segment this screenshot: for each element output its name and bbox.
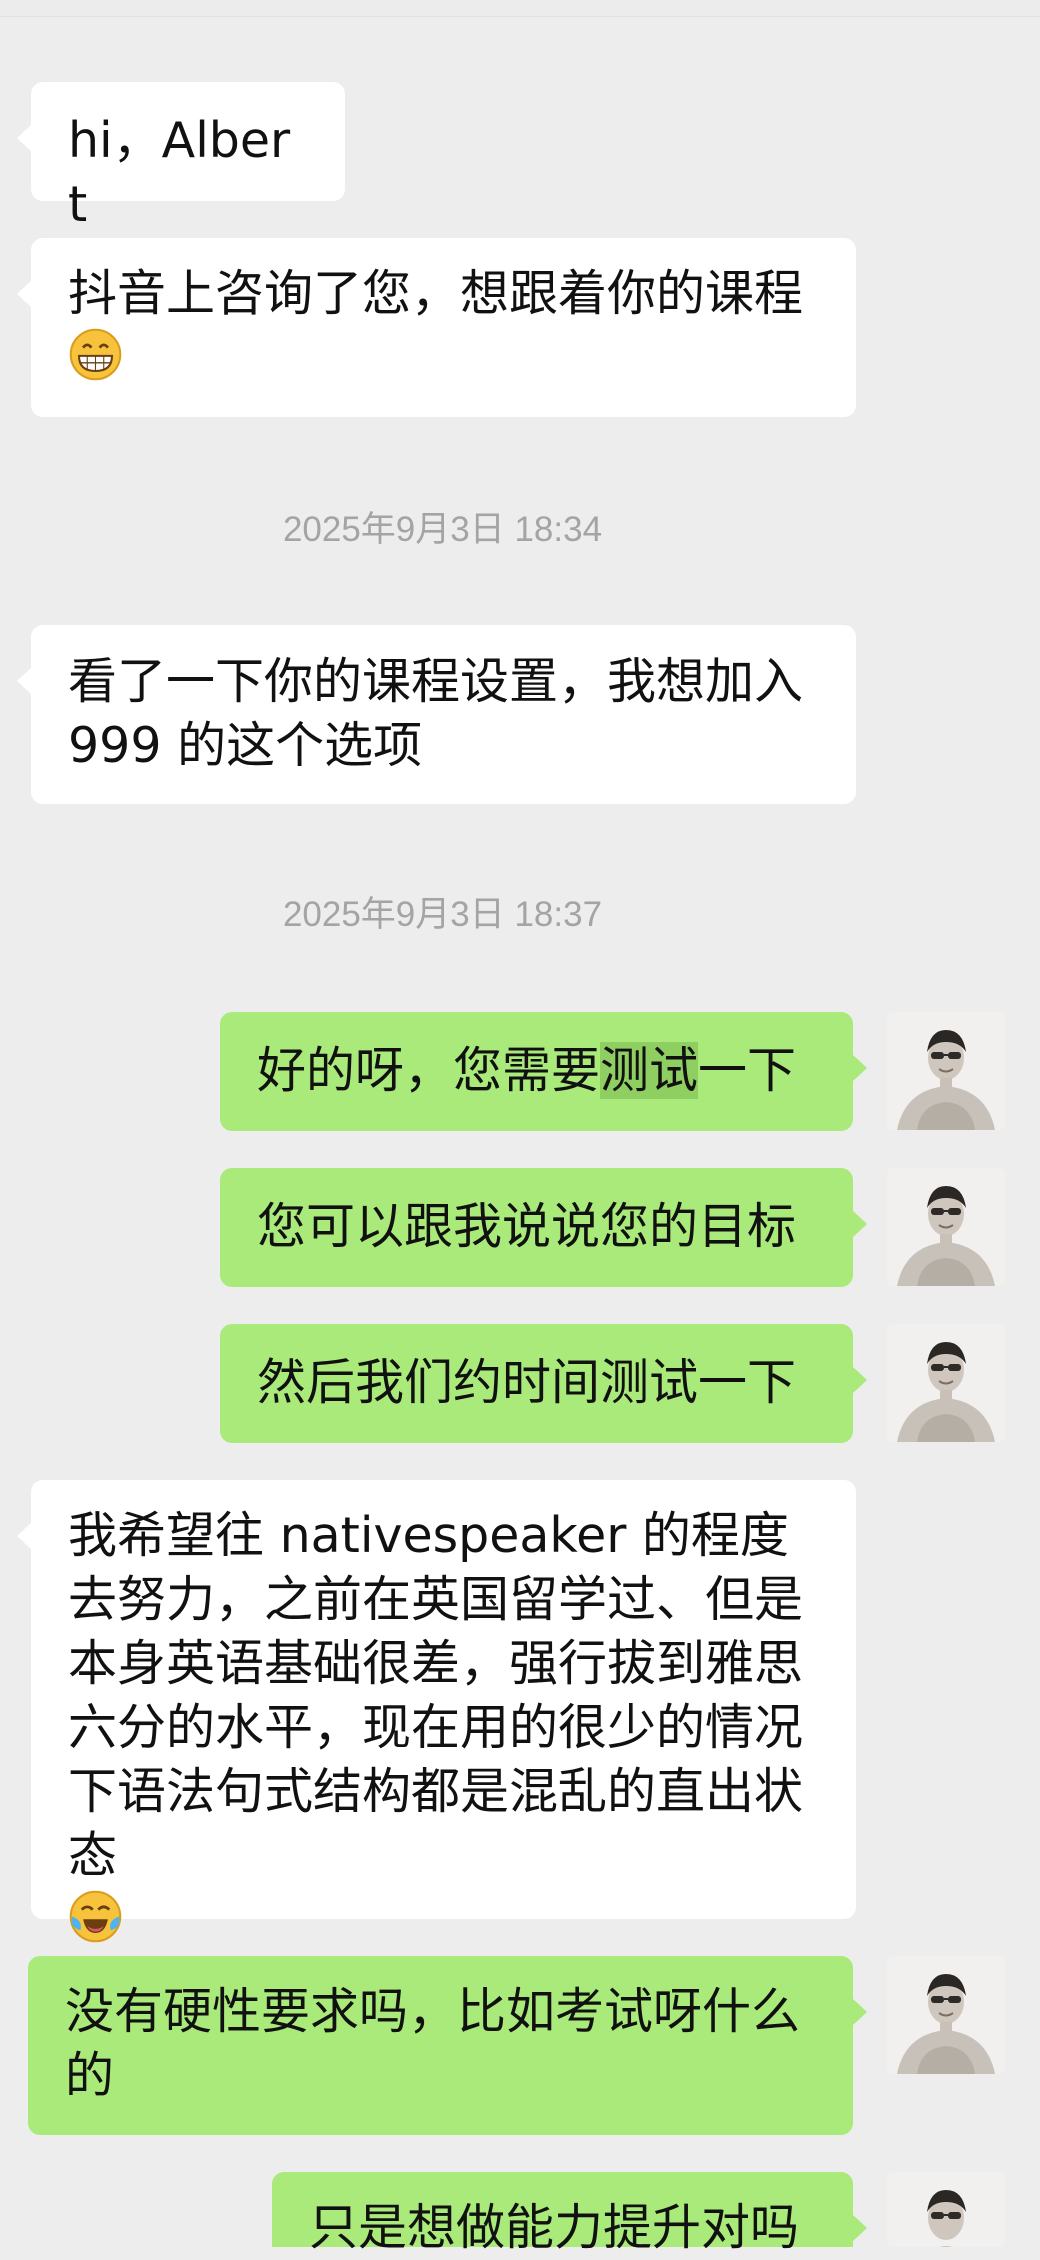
user-avatar-image xyxy=(887,2172,1005,2247)
avatar[interactable] xyxy=(887,1324,1005,1442)
message-text: 没有硬性要求吗，比如考试呀什么的 xyxy=(65,1983,801,2104)
timestamp: 2025年9月3日 18:34 xyxy=(282,510,603,549)
message-text: hi，Albert xyxy=(68,112,291,233)
message-bubble-outgoing[interactable]: 只是想做能力提升对吗 xyxy=(272,2172,867,2256)
message-text: 一下 xyxy=(698,1042,797,1099)
message-bubble-outgoing[interactable]: 然后我们约时间测试一下 xyxy=(220,1324,867,1443)
avatar[interactable] xyxy=(887,1012,1005,1130)
message-bubble-incoming[interactable]: hi，Albert xyxy=(17,82,345,233)
message-text: 您可以跟我说说您的目标 xyxy=(257,1198,797,1255)
selected-text-highlight[interactable]: 测试 xyxy=(600,1042,699,1099)
message-text: 我希望往 nativespeaker 的程度去努力，之前在英国留学过、但是本身英… xyxy=(68,1507,804,1884)
message-text: 好的呀，您需要 xyxy=(257,1042,601,1099)
avatar[interactable] xyxy=(887,2172,1005,2247)
message-bubble-incoming[interactable]: 看了一下你的课程设置，我想加入999 的这个选项 xyxy=(17,625,856,804)
grinning-face-icon xyxy=(69,328,122,381)
message-text: 只是想做能力提升对吗 xyxy=(309,2199,800,2256)
user-avatar-image xyxy=(887,1324,1005,1442)
message-bubble-outgoing[interactable]: 您可以跟我说说您的目标 xyxy=(220,1168,867,1287)
message-text: 看了一下你的课程设置，我想加入999 的这个选项 xyxy=(68,653,804,774)
user-avatar-image xyxy=(887,1168,1005,1286)
message-bubble-outgoing[interactable]: 好的呀，您需要测试一下 xyxy=(220,1012,867,1131)
laughing-with-tears-icon xyxy=(69,1890,122,1943)
chat-message-list[interactable]: hi，Albert 抖音上咨询了您，想跟着你的课程 2025年9月3日 18:3… xyxy=(0,0,1040,2256)
user-avatar-image xyxy=(887,1956,1005,2074)
timestamp: 2025年9月3日 18:37 xyxy=(282,895,603,934)
message-bubble-incoming[interactable]: 我希望往 nativespeaker 的程度去努力，之前在英国留学过、但是本身英… xyxy=(17,1480,856,1943)
message-text: 抖音上咨询了您，想跟着你的课程 xyxy=(68,265,804,322)
user-avatar-image xyxy=(887,1012,1005,1130)
avatar[interactable] xyxy=(887,1168,1005,1286)
avatar[interactable] xyxy=(887,1956,1005,2074)
message-bubble-outgoing[interactable]: 没有硬性要求吗，比如考试呀什么的 xyxy=(28,1956,867,2135)
message-bubble-incoming[interactable]: 抖音上咨询了您，想跟着你的课程 xyxy=(17,238,856,417)
message-text: 然后我们约时间测试一下 xyxy=(257,1354,797,1411)
